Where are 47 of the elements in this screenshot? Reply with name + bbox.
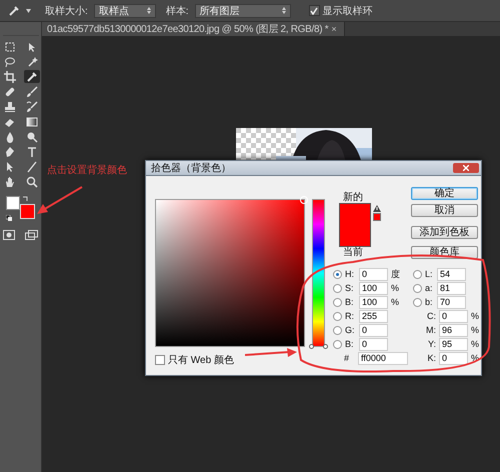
value-field[interactable]: 100 — [359, 282, 388, 294]
field-label: # — [344, 353, 350, 363]
field-label: L: — [425, 269, 434, 279]
value-field[interactable]: 54 — [437, 268, 466, 280]
current-color-label: 当前 — [343, 247, 363, 258]
field-label: C: — [426, 311, 436, 321]
field-label: b: — [425, 297, 434, 307]
dialog-button[interactable]: 取消 — [411, 204, 478, 217]
field-label: Y: — [426, 339, 436, 349]
sample-size-dropdown[interactable]: 取样点 — [94, 4, 156, 18]
dialog-button[interactable]: 确定 — [411, 187, 478, 200]
sample-size-label: 取样大小: — [45, 4, 88, 18]
value-field[interactable]: 95 — [439, 338, 468, 350]
unit-label: % — [471, 311, 480, 321]
unit-label: % — [391, 297, 400, 307]
field-label: S: — [345, 283, 355, 293]
field-label: a: — [425, 283, 434, 293]
value-field[interactable]: 0 — [359, 338, 388, 350]
sample-dropdown[interactable]: 所有图层 — [194, 4, 291, 18]
value-field[interactable]: 255 — [359, 310, 388, 322]
value-field[interactable]: 0 — [359, 268, 388, 280]
annotation-text: 点击设置背景颜色 — [47, 164, 127, 177]
field-label: M: — [425, 325, 436, 335]
field-label: G: — [345, 325, 356, 335]
field-label: K: — [426, 353, 436, 363]
field-label: B: — [345, 339, 355, 349]
unit-label: % — [471, 325, 480, 335]
unit-label: % — [471, 339, 480, 349]
field-label: B: — [345, 297, 355, 307]
value-field[interactable]: 100 — [359, 296, 388, 308]
new-color-label: 新的 — [343, 192, 363, 203]
dialog-button[interactable]: 添加到色板 — [411, 226, 478, 239]
value-field[interactable]: 70 — [437, 296, 466, 308]
value-field[interactable]: 96 — [439, 324, 468, 336]
field-label: H: — [345, 269, 355, 279]
value-field[interactable]: 0 — [439, 352, 468, 364]
web-only-label: 只有 Web 颜色 — [168, 354, 234, 367]
dialog-title: 拾色器（背景色） — [151, 162, 231, 175]
sample-label: 样本: — [166, 4, 189, 18]
show-ring-label: 显示取样环 — [322, 4, 373, 18]
unit-label: % — [391, 283, 400, 293]
field-label: R: — [345, 311, 355, 321]
value-field[interactable]: ff0000 — [358, 352, 408, 364]
value-field[interactable]: 0 — [359, 324, 388, 336]
value-field[interactable]: 81 — [437, 282, 466, 294]
value-field[interactable]: 0 — [439, 310, 468, 322]
unit-label: 度 — [391, 268, 400, 280]
